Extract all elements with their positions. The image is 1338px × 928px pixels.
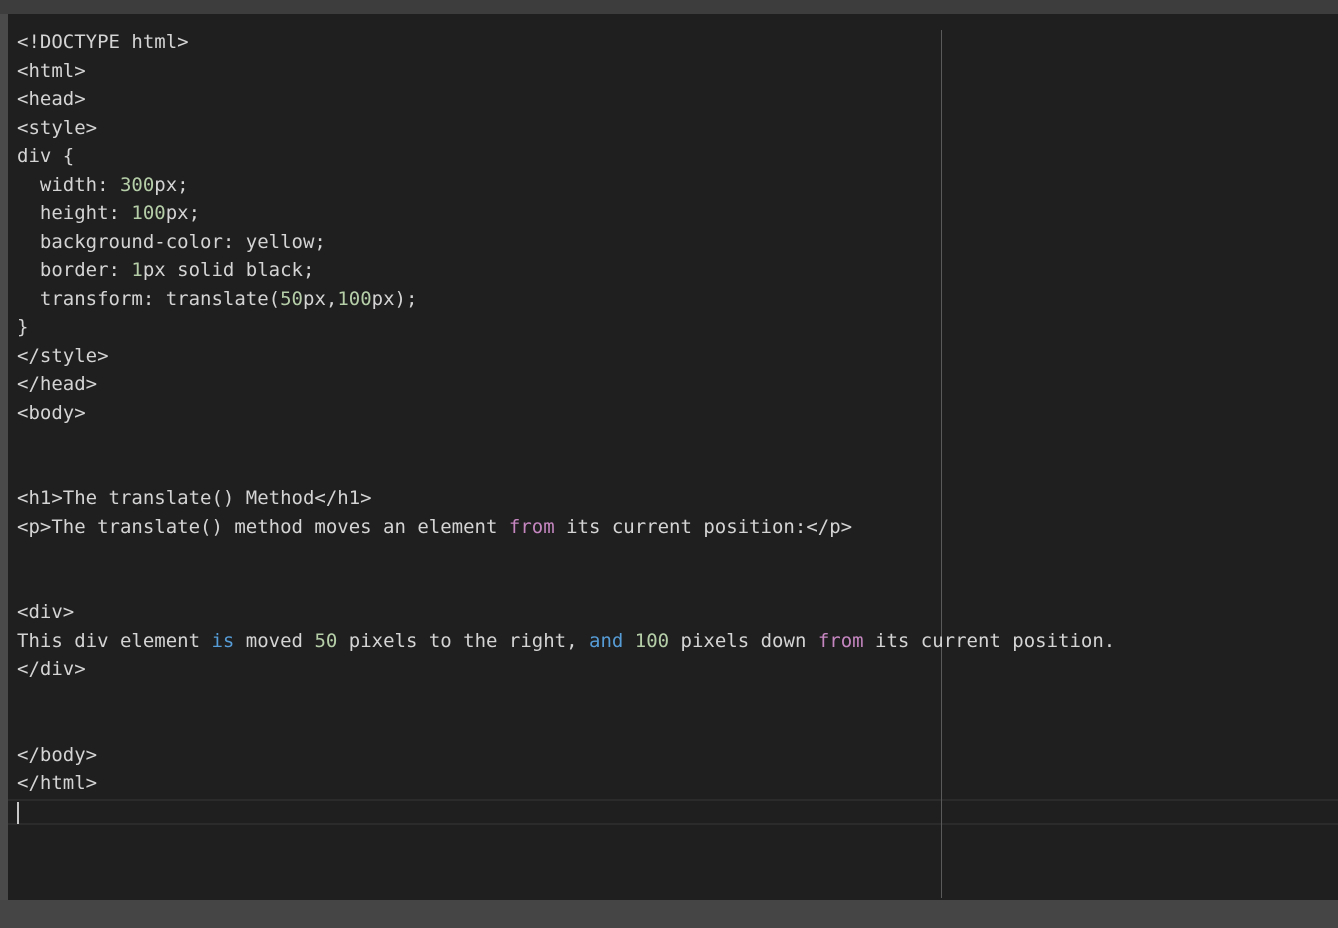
code-token: is	[211, 629, 235, 652]
code-token: pixels down	[669, 629, 818, 652]
code-token: and	[589, 629, 624, 652]
editor-gutter	[0, 14, 8, 900]
top-bar	[0, 0, 1338, 14]
code-line: width: 300px;	[17, 171, 1115, 200]
code-token: px;	[165, 202, 201, 224]
code-token: </style>	[17, 344, 109, 367]
code-token: 100	[634, 629, 670, 652]
code-line: </style>	[17, 342, 1115, 371]
code-token: <style>	[17, 116, 98, 139]
code-line: </body>	[17, 741, 1115, 770]
code-line: <head>	[17, 85, 1115, 114]
code-token: height:	[17, 202, 132, 224]
code-token: </div>	[17, 658, 86, 680]
code-token: px;	[154, 173, 189, 196]
code-token: 300	[119, 173, 155, 196]
code-token: <html>	[17, 59, 86, 82]
code-token: transform: translate(	[17, 287, 281, 310]
code-token: </html>	[17, 772, 98, 794]
code-token: from	[817, 629, 864, 652]
code-line: This div element is moved 50 pixels to t…	[17, 627, 1115, 656]
code-token: px);	[371, 287, 418, 310]
code-line: </div>	[17, 655, 1115, 684]
code-token: }	[17, 316, 29, 338]
code-line: <style>	[17, 114, 1115, 143]
code-line: <body>	[17, 399, 1115, 428]
code-token: <!DOCTYPE html>	[17, 31, 189, 53]
code-token: 1	[131, 259, 143, 281]
code-line: </html>	[17, 769, 1115, 798]
code-token: from	[508, 515, 555, 538]
code-token: its current position:</p>	[554, 515, 853, 538]
code-line: <html>	[17, 57, 1115, 86]
code-line: background-color: yellow;	[17, 228, 1115, 257]
code-line: border: 1px solid black;	[17, 256, 1115, 285]
code-token: </head>	[17, 373, 98, 395]
code-token: px,	[303, 287, 338, 310]
code-token: 50	[280, 287, 303, 310]
code-line: div {	[17, 142, 1115, 171]
code-line: </head>	[17, 370, 1115, 399]
code-token: <p>The translate() method moves an eleme…	[17, 515, 509, 538]
code-line: transform: translate(50px,100px);	[17, 285, 1115, 314]
code-token: 100	[337, 287, 372, 310]
code-editor[interactable]: <!DOCTYPE html> <html> <head> <style> div { …	[8, 14, 1338, 900]
code-token: <div>	[17, 601, 75, 623]
code-line: <p>The translate() method moves an eleme…	[17, 513, 1115, 542]
code-token: width:	[17, 173, 120, 196]
code-text[interactable]: <!DOCTYPE html> <html> <head> <style> div { …	[17, 28, 1115, 826]
code-token: moved	[234, 629, 315, 652]
status-bar	[0, 900, 1338, 928]
code-token: 50	[314, 629, 338, 652]
code-token: This div element	[17, 629, 212, 652]
code-token: </body>	[17, 743, 98, 766]
editor-window: <!DOCTYPE html> <html> <head> <style> div { …	[0, 0, 1338, 928]
code-token: <head>	[17, 88, 86, 110]
code-line: <h1>The translate() Method</h1>	[17, 484, 1115, 513]
code-token: its current position.	[863, 629, 1116, 652]
code-token: <h1>The translate() Method</h1>	[17, 487, 372, 509]
code-token: background-color: yellow;	[17, 230, 326, 253]
code-line: height: 100px;	[17, 199, 1115, 228]
code-token: <body>	[17, 401, 86, 424]
code-line: <!DOCTYPE html>	[17, 28, 1115, 57]
code-token: px solid black;	[142, 259, 315, 281]
code-token: div {	[17, 145, 75, 167]
code-token: 100	[131, 202, 166, 224]
code-line: <div>	[17, 598, 1115, 627]
code-token: border:	[17, 259, 132, 281]
code-token: pixels to the right,	[337, 629, 589, 652]
code-line: }	[17, 313, 1115, 342]
